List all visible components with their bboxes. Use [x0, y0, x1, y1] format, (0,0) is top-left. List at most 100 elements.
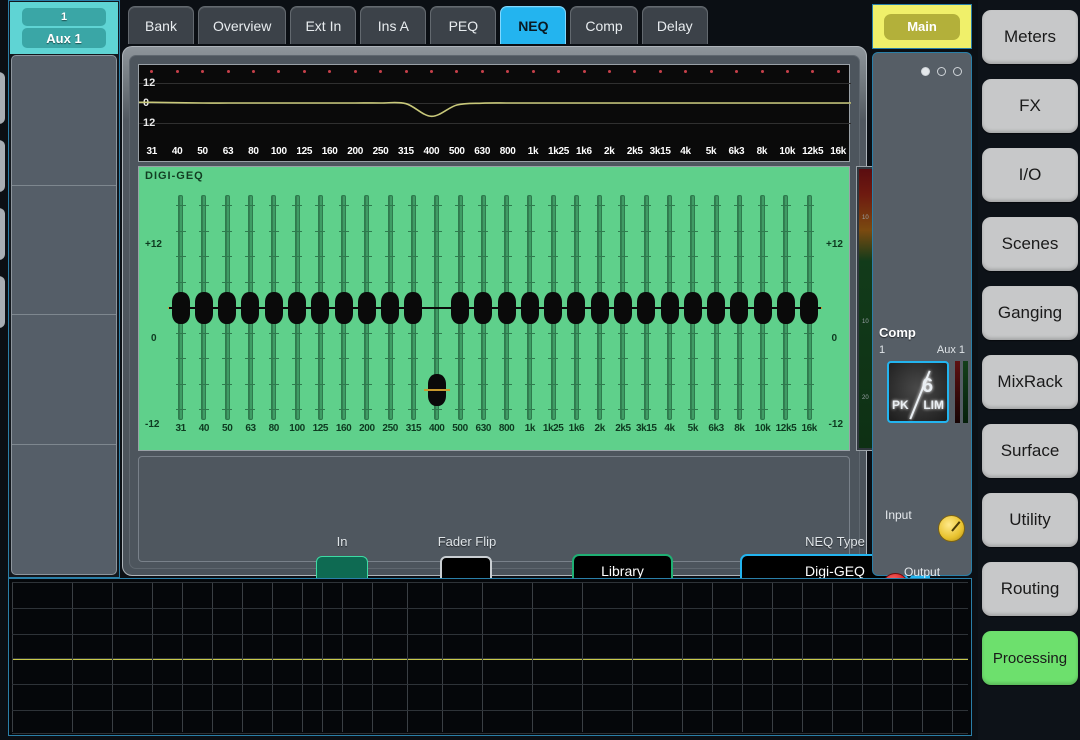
eq-response-display[interactable]: 12 0 12 31 40 50 63 80 100 125 160 200 250 315 400 5… — [138, 64, 851, 162]
fader-tick — [315, 256, 326, 257]
eq-curve-plot[interactable]: 12 0 12 — [139, 65, 851, 141]
fader-tick — [687, 358, 698, 359]
fader-tick — [361, 332, 372, 334]
geq-title: DIGI-GEQ — [145, 170, 204, 182]
comp-model-icon[interactable]: 6 PK LIM — [887, 361, 949, 423]
fader-tick — [245, 409, 256, 410]
eq-band-handle[interactable] — [658, 70, 662, 73]
fader-tick — [385, 230, 396, 232]
comp-input-knob[interactable] — [938, 515, 965, 542]
eq-band-handle[interactable] — [302, 70, 306, 73]
fader-tick — [245, 383, 256, 385]
page-dot[interactable] — [937, 67, 946, 76]
eq-band-handle[interactable] — [404, 70, 408, 73]
fader-tick — [641, 409, 652, 410]
channel-header[interactable]: 1 Aux 1 — [10, 2, 118, 54]
sidebar-item-i/o[interactable]: I/O — [982, 148, 1078, 202]
sidebar-item-surface[interactable]: Surface — [982, 424, 1078, 478]
fader-tick — [245, 230, 256, 232]
geq-frequency-labels: 31 40 50 63 80 100 125 160 200 250 315 400 500 630 800… — [169, 423, 821, 439]
tab-neq[interactable]: NEQ — [500, 6, 567, 44]
neq-type-value: Digi-GEQ — [805, 562, 865, 579]
tab-ext-in[interactable]: Ext In — [290, 6, 357, 44]
fader-tick — [734, 332, 745, 334]
fader-cap[interactable] — [423, 373, 450, 406]
fader-tick — [408, 281, 419, 283]
fader-tick — [804, 358, 815, 359]
eq-band-handle[interactable] — [760, 70, 764, 73]
channel-strip-segment[interactable] — [12, 186, 116, 315]
fader-tick — [711, 281, 722, 283]
channel-strip-body[interactable] — [11, 55, 117, 575]
fader-tick — [617, 205, 628, 206]
eq-band-handle[interactable] — [531, 70, 535, 73]
fader-tick — [687, 332, 698, 334]
sidebar-item-routing[interactable]: Routing — [982, 562, 1078, 616]
sidebar-item-scenes[interactable]: Scenes — [982, 217, 1078, 271]
eq-band-handle[interactable] — [480, 70, 484, 73]
strip-handle[interactable] — [0, 72, 5, 124]
fader-tick — [175, 281, 186, 283]
fader-tick — [594, 332, 605, 334]
eq-band-handle[interactable] — [785, 70, 789, 73]
strip-handle[interactable] — [0, 140, 5, 192]
channel-strip-segment[interactable] — [12, 56, 116, 186]
curve-freq-tick: 6k3 — [728, 146, 745, 157]
fader-tick — [501, 230, 512, 232]
fader-tick — [315, 281, 326, 283]
fader-tick — [222, 332, 233, 334]
fader-tick — [268, 256, 279, 257]
sidebar-item-mixrack[interactable]: MixRack — [982, 355, 1078, 409]
channel-strip-segment[interactable] — [12, 315, 116, 445]
tab-delay[interactable]: Delay — [641, 6, 708, 44]
eq-band-handle[interactable] — [582, 70, 586, 73]
curve-freq-tick: 2k — [604, 146, 615, 157]
geq-fader-bank[interactable] — [167, 195, 823, 420]
fader-tick — [804, 409, 815, 410]
eq-band-handle[interactable] — [607, 70, 611, 73]
tab-bank[interactable]: Bank — [128, 6, 194, 44]
channel-name: Aux 1 — [22, 28, 106, 48]
channel-strip[interactable]: 1 Aux 1 — [8, 0, 120, 578]
page-indicator-dots[interactable] — [921, 67, 962, 76]
fader-tick — [780, 205, 791, 206]
page-dot[interactable] — [953, 67, 962, 76]
tab-peq[interactable]: PEQ — [430, 6, 497, 44]
fader-tick — [385, 409, 396, 410]
sidebar-item-utility[interactable]: Utility — [982, 493, 1078, 547]
fader-tick — [338, 256, 349, 257]
geq-zero-line — [169, 306, 821, 309]
fader-tick — [780, 409, 791, 410]
strip-handle[interactable] — [0, 276, 5, 328]
sidebar-item-meters[interactable]: Meters — [982, 10, 1078, 64]
channel-strip-segment[interactable] — [12, 445, 116, 575]
tab-ins-a[interactable]: Ins A — [360, 6, 427, 44]
fader-tick — [571, 205, 582, 206]
eq-band-handle[interactable] — [429, 70, 433, 73]
eq-band-handle[interactable] — [353, 70, 357, 73]
eq-band-handle[interactable] — [226, 70, 230, 73]
fader-tick — [175, 256, 186, 257]
sidebar-item-fx[interactable]: FX — [982, 79, 1078, 133]
sidebar-item-processing[interactable]: Processing — [982, 631, 1078, 685]
fader-tick — [222, 256, 233, 257]
grid-line-horizontal — [12, 710, 968, 711]
fader-tick — [571, 230, 582, 232]
eq-band-handle[interactable] — [251, 70, 255, 73]
tab-overview[interactable]: Overview — [198, 6, 287, 44]
eq-band-handle[interactable] — [175, 70, 179, 73]
geq-freq-tick: 160 — [335, 423, 352, 434]
eq-band-handle[interactable] — [836, 70, 840, 73]
graphic-eq-panel[interactable]: DIGI-GEQ +12 0 -12 +12 0 -12 31 40 50 63 80 1… — [138, 166, 850, 451]
fader-tick — [548, 358, 559, 359]
fader-tick — [198, 256, 209, 257]
bottom-meter-panel[interactable] — [8, 578, 972, 736]
main-bus-selector[interactable]: Main — [872, 4, 972, 49]
page-dot-active[interactable] — [921, 67, 930, 76]
strip-handle[interactable] — [0, 208, 5, 260]
curve-freq-tick: 1k25 — [547, 146, 569, 157]
eq-band-handle[interactable] — [709, 70, 713, 73]
tab-comp[interactable]: Comp — [570, 6, 638, 44]
fader-tick — [757, 358, 768, 359]
sidebar-item-ganging[interactable]: Ganging — [982, 286, 1078, 340]
